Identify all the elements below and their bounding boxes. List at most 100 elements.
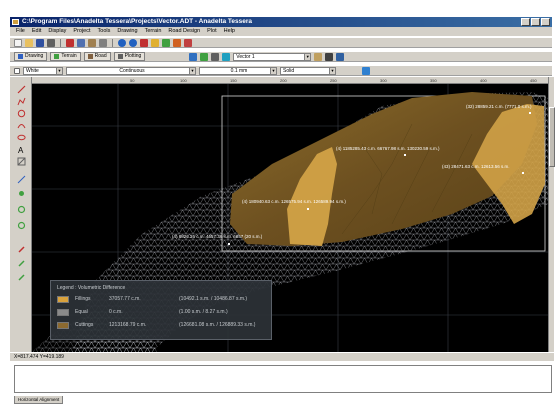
measure-icon[interactable] — [173, 38, 181, 47]
tab-drawing[interactable]: Drawing — [14, 52, 48, 61]
layer-color-icon[interactable] — [222, 52, 231, 61]
properties-icon[interactable] — [362, 66, 370, 75]
volume-annotation: (4) 1185285.43 c.m. 66767.98 s.m. 130230… — [336, 146, 440, 151]
ellipse-tool-icon[interactable] — [17, 133, 26, 142]
legend-volume: 37057.77 c.m. — [109, 296, 141, 302]
hatch-tool-icon[interactable] — [17, 157, 26, 166]
linetype-select[interactable]: Continuous ▼ — [66, 66, 196, 75]
menu-display[interactable]: Display — [48, 27, 66, 36]
legend-title: Legend : Volumetric Difference — [57, 285, 126, 291]
line-tool-icon[interactable] — [17, 85, 26, 94]
dimension-tool-icon[interactable] — [17, 175, 26, 184]
menu-drawing[interactable]: Drawing — [117, 27, 137, 36]
redraw-icon[interactable] — [140, 38, 148, 47]
legend-row-fillings: Fillings 37057.77 c.m. (10492.1 s.m. / 1… — [57, 295, 267, 304]
menu-help[interactable]: Help — [224, 27, 235, 36]
lineweight-select[interactable]: 0.1 mm ▼ — [199, 66, 277, 75]
legend-label: Fillings — [75, 296, 91, 302]
block-tool-icon[interactable] — [17, 221, 26, 230]
layer-icon[interactable] — [189, 52, 198, 61]
layer-select-value: Vector 1 — [236, 53, 255, 60]
chevron-down-icon[interactable]: ▼ — [329, 67, 335, 74]
menu-terrain[interactable]: Terrain — [145, 27, 162, 36]
mode-toolbar: Drawing Terrain Road Plotting Vector 1 ▼ — [10, 51, 552, 62]
copy-icon[interactable] — [77, 38, 85, 47]
tab-plotting[interactable]: Plotting — [113, 52, 146, 61]
legend-volume: 0 c.m. — [109, 309, 123, 315]
save-icon[interactable] — [36, 38, 44, 47]
status-bar: X=817.474 Y=419.189 — [10, 352, 554, 361]
move-tool-icon[interactable] — [17, 259, 26, 268]
color-select-value: White — [26, 67, 39, 74]
color-swatch — [14, 67, 20, 74]
window-title: C:\Program Files\Anadelta Tessera\Projec… — [22, 18, 252, 25]
zoom-out-icon[interactable] — [129, 38, 137, 47]
command-area[interactable] — [14, 365, 552, 393]
menu-tools[interactable]: Tools — [98, 27, 111, 36]
menu-project[interactable]: Project — [73, 27, 90, 36]
open-folder-icon[interactable] — [25, 38, 33, 47]
volume-point — [307, 208, 309, 210]
layer-props-icon[interactable] — [314, 52, 323, 61]
tool-icon[interactable] — [184, 38, 192, 47]
title-bar: C:\Program Files\Anadelta Tessera\Projec… — [10, 17, 552, 27]
menu-bar: File Edit Display Project Tools Drawing … — [10, 27, 552, 36]
circle-tool-icon[interactable] — [17, 109, 26, 118]
node-tool-icon[interactable] — [17, 205, 26, 214]
color-select[interactable]: White ▼ — [23, 66, 63, 75]
volume-point — [522, 172, 524, 174]
tab-road-label: Road — [94, 53, 107, 59]
chevron-down-icon[interactable]: ▼ — [56, 67, 62, 74]
tab-terrain[interactable]: Terrain — [50, 52, 81, 61]
print-icon[interactable] — [47, 38, 55, 47]
ruler-mark: 150 — [230, 78, 237, 83]
text-tool-icon[interactable]: A — [17, 145, 26, 154]
standard-toolbar — [10, 37, 552, 48]
snap-icon[interactable] — [162, 38, 170, 47]
menu-road-design[interactable]: Road Design — [168, 27, 200, 36]
rotate-tool-icon[interactable] — [17, 273, 26, 282]
scrollbar-thumb[interactable] — [549, 107, 555, 167]
volume-point — [529, 112, 531, 114]
layer-manager-icon[interactable] — [336, 52, 345, 61]
volume-annotation: (32) 28859.21 c.m. (7771.0 s.m.) — [466, 104, 532, 109]
zoom-in-icon[interactable] — [118, 38, 126, 47]
volumetric-legend: Legend : Volumetric Difference Fillings … — [50, 280, 272, 340]
layer-on-icon[interactable] — [200, 52, 209, 61]
cut-icon[interactable] — [66, 38, 74, 47]
style-select[interactable]: Solid ▼ — [280, 66, 336, 75]
fill-swatch — [57, 296, 69, 303]
chevron-down-icon[interactable]: ▼ — [270, 67, 276, 74]
binoculars-icon[interactable] — [325, 52, 334, 61]
chevron-down-icon[interactable]: ▼ — [304, 53, 311, 60]
delete-icon[interactable] — [99, 38, 107, 47]
layer-lock-icon[interactable] — [211, 52, 220, 61]
tab-horizontal-alignment[interactable]: Horizontal Alignment — [14, 396, 64, 404]
cut-swatch — [57, 322, 69, 329]
edit-tool-icon[interactable] — [17, 245, 26, 254]
point-tool-icon[interactable] — [17, 189, 26, 198]
new-file-icon[interactable] — [14, 38, 22, 47]
layer-select[interactable]: Vector 1 ▼ — [233, 52, 312, 61]
menu-edit[interactable]: Edit — [32, 27, 41, 36]
legend-volume: 1213168.79 c.m. — [109, 322, 147, 328]
chevron-down-icon[interactable]: ▼ — [189, 67, 195, 74]
arc-tool-icon[interactable] — [17, 121, 26, 130]
maximize-button[interactable] — [531, 18, 540, 26]
legend-row-equal: Equal 0 c.m. (1.00 s.m. / 8.27 s.m.) — [57, 308, 267, 317]
menu-file[interactable]: File — [16, 27, 25, 36]
tab-road[interactable]: Road — [83, 52, 111, 61]
cursor-coordinates: X=817.474 Y=419.189 — [14, 354, 64, 360]
paste-icon[interactable] — [88, 38, 96, 47]
menu-plot[interactable]: Plot — [207, 27, 216, 36]
plotting-icon — [117, 54, 123, 59]
drawing-viewport[interactable]: (32) 28859.21 c.m. (7771.0 s.m.) (4) 118… — [32, 84, 548, 352]
polyline-tool-icon[interactable] — [17, 97, 26, 106]
vertical-scrollbar[interactable] — [548, 77, 555, 352]
drawing-icon — [18, 54, 23, 59]
close-button[interactable] — [541, 18, 550, 26]
minimize-button[interactable] — [521, 18, 530, 26]
pencil-icon[interactable] — [151, 38, 159, 47]
ruler-mark: 300 — [380, 78, 387, 83]
legend-row-cuttings: Cuttings 1213168.79 c.m. (126681.08 s.m.… — [57, 321, 267, 330]
